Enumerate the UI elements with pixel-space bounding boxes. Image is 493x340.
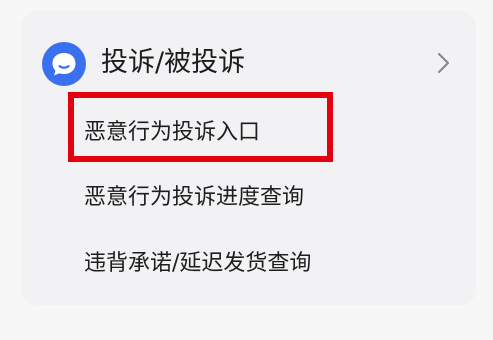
chat-bubble-icon xyxy=(42,42,86,86)
chevron-right-icon[interactable] xyxy=(431,51,455,75)
menu-item-complaint-progress-query[interactable]: 恶意行为投诉进度查询 xyxy=(84,178,304,218)
menu-item-delayed-shipment-query[interactable]: 违背承诺/延迟发货查询 xyxy=(84,244,311,284)
menu-item-malicious-complaint-entry[interactable]: 恶意行为投诉入口 xyxy=(84,113,260,153)
section-title: 投诉/被投诉 xyxy=(101,47,246,78)
complaint-section-header[interactable]: 投诉/被投诉 xyxy=(21,41,476,86)
